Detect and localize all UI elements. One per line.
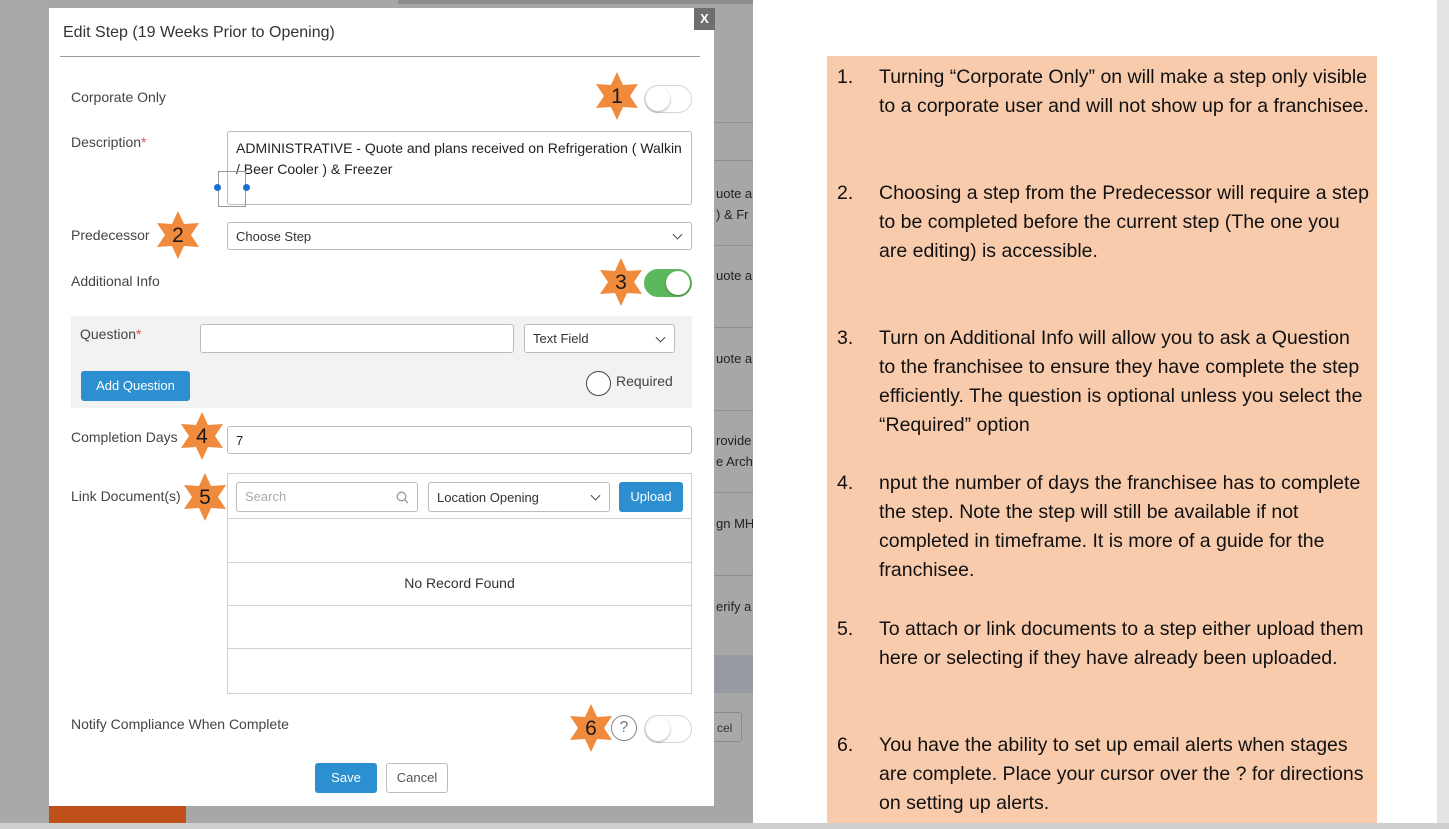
chevron-down-icon [655, 332, 666, 343]
documents-table: Search Location Opening Upload No Record… [227, 473, 692, 694]
corporate-only-label: Corporate Only [71, 89, 166, 105]
note-number: 2. [837, 182, 854, 204]
note-number: 4. [837, 472, 854, 494]
question-label: Question* [80, 326, 142, 342]
additional-info-toggle[interactable] [644, 269, 692, 297]
background-row-text: uote a [716, 351, 753, 366]
add-question-button[interactable]: Add Question [81, 371, 190, 401]
background-selected-row [712, 655, 753, 693]
chevron-down-icon [590, 490, 601, 501]
background-row-text: e Arch [716, 454, 753, 469]
background-row-text: ) & Fr [716, 207, 749, 222]
selection-handle-right[interactable] [243, 184, 250, 191]
note-number: 5. [837, 618, 854, 640]
background-row-divider [712, 575, 753, 576]
text-cursor-handle-box [218, 171, 246, 207]
close-icon[interactable]: X [694, 8, 715, 30]
note-number: 6. [837, 734, 854, 756]
background-row-text: gn MH [716, 516, 753, 531]
upload-button[interactable]: Upload [619, 482, 683, 512]
badge-number: 4 [196, 425, 208, 448]
required-radio[interactable] [586, 371, 611, 396]
background-row-divider [712, 410, 753, 411]
background-row-divider [712, 327, 753, 328]
badge-number: 1 [611, 85, 623, 108]
note-number: 1. [837, 66, 854, 88]
background-row-divider [712, 122, 753, 123]
bottom-edge-bar [0, 823, 1449, 829]
toggle-knob [646, 717, 670, 741]
selection-handle-left[interactable] [214, 184, 221, 191]
corporate-only-toggle[interactable] [644, 85, 692, 113]
toggle-knob [646, 87, 670, 111]
toggle-knob [666, 271, 690, 295]
background-top-bar [398, 0, 753, 4]
question-type-value: Text Field [533, 331, 589, 346]
search-icon [396, 491, 409, 504]
star-badge-icon: 3 [595, 256, 647, 308]
no-record-row: No Record Found [228, 562, 691, 605]
description-textarea[interactable]: ADMINISTRATIVE - Quote and plans receive… [227, 131, 692, 205]
edit-step-modal: Edit Step (19 Weeks Prior to Opening) Co… [49, 8, 714, 806]
location-select-value: Location Opening [437, 490, 539, 505]
background-row-divider [712, 492, 753, 493]
modal-title: Edit Step (19 Weeks Prior to Opening) [63, 24, 335, 41]
notify-compliance-label: Notify Compliance When Complete [71, 716, 289, 732]
modal-title-divider [60, 56, 700, 57]
question-input[interactable] [200, 324, 514, 353]
predecessor-select-value: Choose Step [236, 229, 312, 244]
required-marker: * [141, 134, 147, 150]
star-badge-icon: 2 [152, 209, 204, 261]
notify-compliance-toggle[interactable] [644, 715, 692, 743]
note-text: Choosing a step from the Predecessor wil… [879, 182, 1369, 262]
predecessor-label: Predecessor [71, 227, 150, 243]
right-edge-bar [1437, 0, 1449, 829]
background-row-divider [712, 245, 753, 246]
question-type-select[interactable]: Text Field [524, 324, 675, 353]
table-row [228, 518, 691, 562]
badge-number: 5 [199, 486, 211, 509]
background-row-text: erify a [716, 599, 752, 614]
location-select[interactable]: Location Opening [428, 482, 610, 512]
description-label-text: Description [71, 134, 142, 150]
predecessor-select[interactable]: Choose Step [227, 222, 692, 250]
star-badge-icon: 5 [179, 471, 231, 523]
badge-number: 2 [172, 224, 184, 247]
note-text: Turn on Additional Info will allow you t… [879, 327, 1363, 436]
star-badge-icon: 4 [176, 410, 228, 462]
required-marker: * [136, 326, 142, 342]
additional-info-label: Additional Info [71, 273, 160, 289]
badge-number: 3 [615, 271, 627, 294]
description-label: Description* [71, 134, 146, 150]
background-row-text: uote a [716, 268, 753, 283]
completion-days-input[interactable]: 7 [227, 426, 692, 454]
note-text: nput the number of days the franchisee h… [879, 472, 1361, 581]
background-row-text: uote a [716, 186, 753, 201]
table-row [228, 605, 691, 648]
search-placeholder: Search [245, 489, 287, 504]
note-number: 3. [837, 327, 854, 349]
note-text: To attach or link documents to a step ei… [879, 618, 1364, 669]
instructions-panel: 1. Turning “Corporate Only” on will make … [827, 56, 1377, 829]
document-search-input[interactable]: Search [236, 482, 418, 512]
table-row [228, 648, 691, 693]
save-button[interactable]: Save [315, 763, 377, 793]
chevron-down-icon [672, 229, 683, 240]
star-badge-icon: 6 [565, 702, 617, 754]
link-documents-label: Link Document(s) [71, 488, 181, 504]
cancel-button[interactable]: Cancel [386, 763, 448, 793]
badge-number: 6 [585, 717, 597, 740]
note-text: Turning “Corporate Only” on will make a … [879, 66, 1369, 117]
background-row-text: rovide [716, 433, 752, 448]
background-row-divider [712, 160, 753, 161]
star-badge-icon: 1 [591, 70, 643, 122]
completion-days-label: Completion Days [71, 429, 178, 445]
question-label-text: Question [80, 326, 137, 342]
note-text: You have the ability to set up email ale… [879, 734, 1364, 814]
required-label: Required [616, 373, 673, 389]
